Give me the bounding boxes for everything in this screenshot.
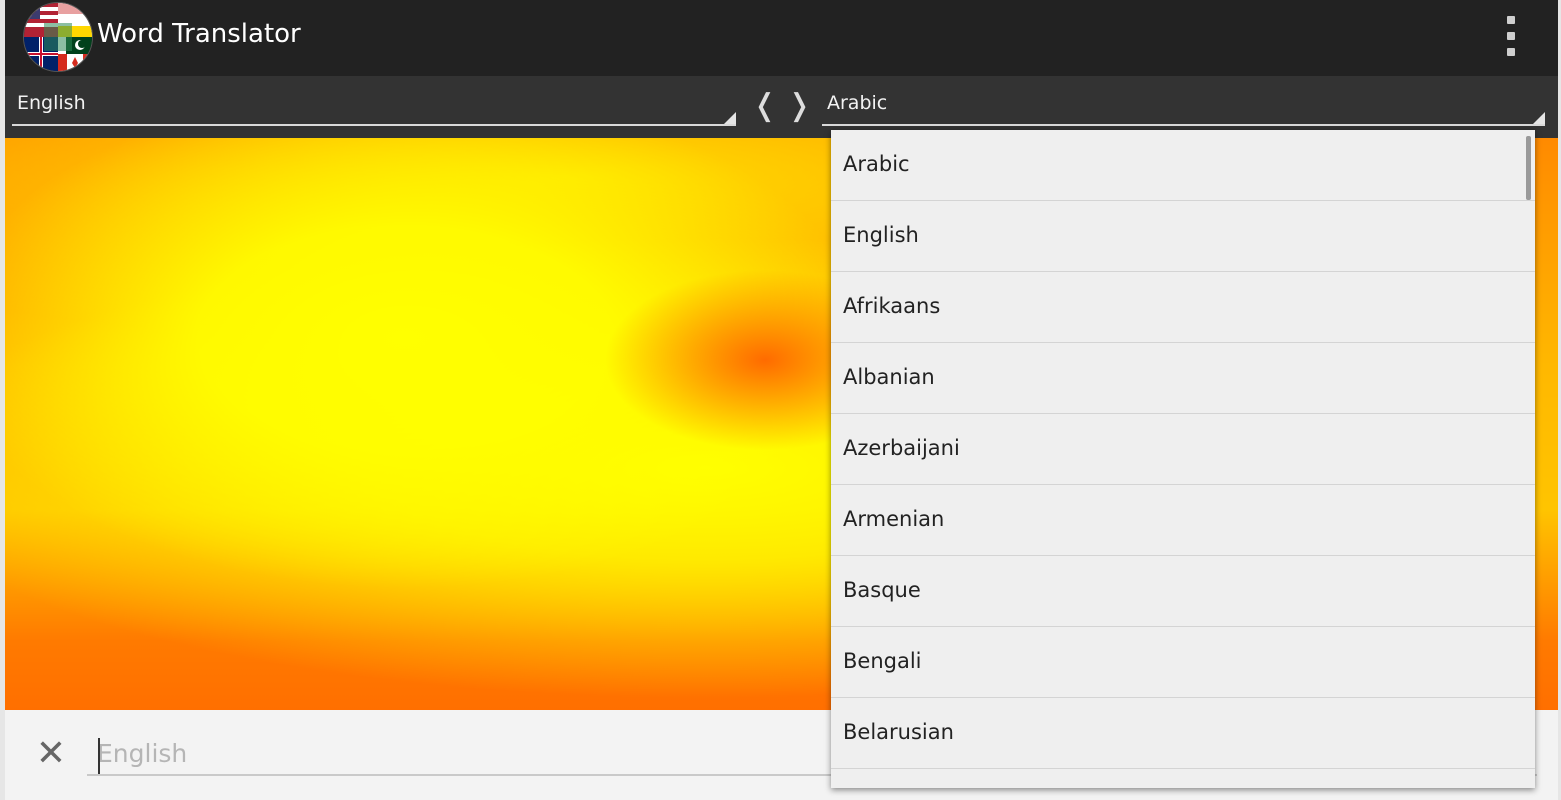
dropdown-item-belarusian[interactable]: Belarusian — [831, 698, 1535, 769]
clear-icon[interactable]: ✕ — [33, 736, 69, 772]
dropdown-item-bengali[interactable]: Bengali — [831, 627, 1535, 698]
dropdown-arrow-icon — [724, 112, 736, 124]
dropdown-item-arabic[interactable]: Arabic — [831, 130, 1535, 201]
app-title: Word Translator — [97, 19, 301, 49]
text-caret — [98, 738, 100, 774]
dropdown-item-label: Albanian — [843, 365, 935, 389]
dropdown-arrow-icon — [1533, 112, 1545, 124]
dropdown-item-label: Arabic — [843, 152, 910, 176]
dropdown-item-label: Armenian — [843, 507, 945, 531]
app-window: Word Translator English ❬ ❭ Arabic ✕ Ara… — [5, 0, 1558, 800]
dropdown-item-basque[interactable]: Basque — [831, 556, 1535, 627]
dropdown-item-label: Afrikaans — [843, 294, 941, 318]
dropdown-item-azerbaijani[interactable]: Azerbaijani — [831, 414, 1535, 485]
dropdown-item-label: English — [843, 223, 919, 247]
dropdown-item-label: Bengali — [843, 649, 922, 673]
dropdown-item-english[interactable]: English — [831, 201, 1535, 272]
language-bar: English ❬ ❭ Arabic — [5, 76, 1558, 138]
dropdown-item-albanian[interactable]: Albanian — [831, 343, 1535, 414]
dropdown-item-label: Azerbaijani — [843, 436, 960, 460]
action-bar: Word Translator — [5, 0, 1558, 76]
target-language-spinner[interactable]: Arabic — [822, 80, 1545, 126]
dropdown-item-label: Basque — [843, 578, 921, 602]
dropdown-item-afrikaans[interactable]: Afrikaans — [831, 272, 1535, 343]
language-dropdown-list[interactable]: Arabic English Afrikaans Albanian Azerba… — [831, 130, 1535, 788]
dropdown-item-label: Belarusian — [843, 720, 954, 744]
source-language-label: English — [17, 92, 86, 114]
menu-dot — [1507, 48, 1515, 56]
overflow-menu-icon[interactable] — [1499, 16, 1523, 56]
swap-languages-button[interactable]: ❬ ❭ — [747, 86, 817, 126]
source-language-spinner[interactable]: English — [12, 80, 736, 126]
flags-globe-icon[interactable] — [23, 2, 93, 72]
menu-dot — [1507, 32, 1515, 40]
dropdown-item-armenian[interactable]: Armenian — [831, 485, 1535, 556]
target-language-label: Arabic — [827, 92, 888, 114]
menu-dot — [1507, 16, 1515, 24]
